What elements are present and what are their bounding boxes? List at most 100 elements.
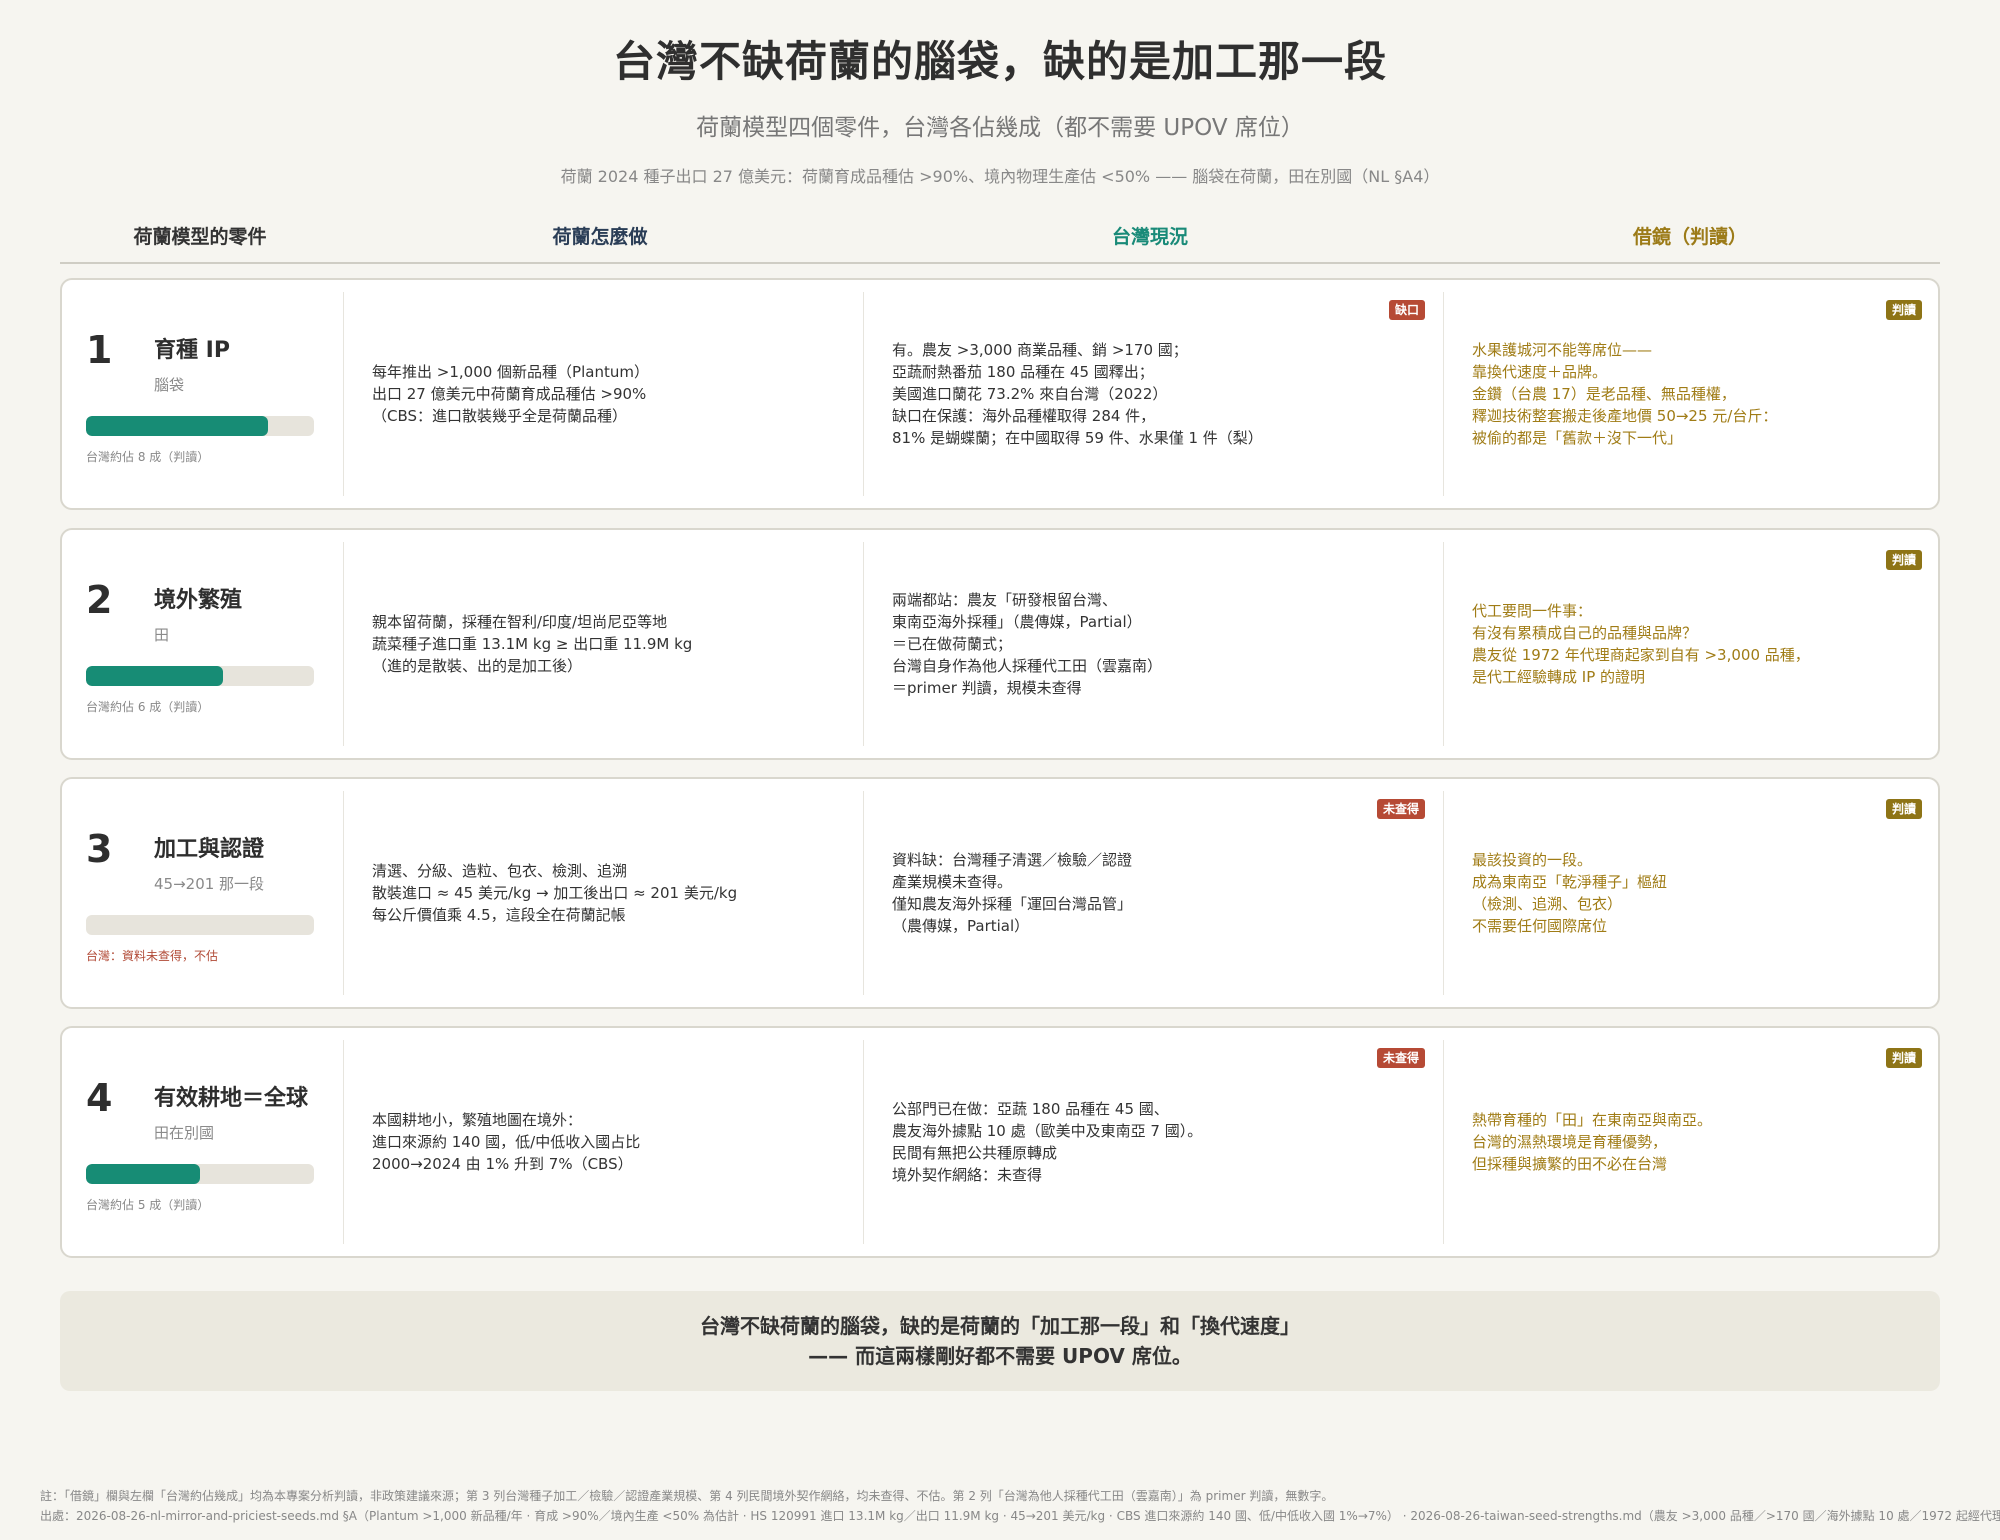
share-bar-fill — [86, 1164, 200, 1184]
share-note: 台灣約佔 8 成（判讀） — [86, 450, 210, 464]
row-number: 2 — [86, 578, 113, 622]
judgement-cell: 判讀 最該投資的一段。 成為東南亞「乾淨種子」樞紐 （檢測、追溯、包衣） 不需要任何國際… — [1444, 791, 1938, 995]
text-line: （檢測、追溯、包衣） — [1472, 895, 1623, 913]
text-line: 熱帶育種的「田」在東南亞與南亞。 — [1472, 1111, 1713, 1129]
taiwan-text: 資料缺：台灣種子清選／檢驗／認證 產業規模未查得。 僅知農友海外採種「運回台灣品管」… — [892, 791, 1427, 995]
text-line: （農傳媒，Partial） — [892, 917, 1030, 935]
footer-source: 出處：2026-08-26-nl-mirror-and-priciest-see… — [40, 1509, 2000, 1523]
text-line: 蔬菜種子進口重 13.1M kg ≥ 出口重 11.9M kg — [372, 635, 693, 653]
text-line: 農友海外據點 10 處（歐美中及東南亞 7 國）。 — [892, 1122, 1203, 1140]
share-bar — [86, 666, 314, 686]
text-line: 有。農友 >3,000 商業品種、銷 >170 國； — [892, 341, 1188, 359]
part-cell: 4 有效耕地＝全球田在別國台灣約佔 5 成（判讀） — [62, 1040, 344, 1244]
text-line: 被偷的都是「舊款＋沒下一代」 — [1472, 429, 1683, 447]
part-subtitle: 腦袋 — [154, 376, 185, 394]
text-line: 每年推出 >1,000 個新品種（Plantum） — [372, 363, 649, 381]
column-header-taiwan: 台灣現況 — [1111, 226, 1188, 248]
text-line: 親本留荷蘭，採種在智利/印度/坦尚尼亞等地 — [372, 613, 668, 631]
judgement-text: 最該投資的一段。 成為東南亞「乾淨種子」樞紐 （檢測、追溯、包衣） 不需要任何國際席位 — [1472, 791, 1922, 995]
text-line: 亞蔬耐熱番茄 180 品種在 45 國釋出； — [892, 363, 1154, 381]
part-cell: 2 境外繁殖田台灣約佔 6 成（判讀） — [62, 542, 344, 746]
share-bar-fill — [86, 416, 269, 436]
text-line: 代工要問一件事： — [1472, 602, 1593, 620]
page-title: 台灣不缺荷蘭的腦袋，缺的是加工那一段 — [612, 37, 1387, 86]
netherlands-cell: 每年推出 >1,000 個新品種（Plantum） 出口 27 億美元中荷蘭育成品… — [344, 292, 864, 496]
row-card: 3 加工與認證 45→201 那一段 台灣：資料未查得，不估 清選、分級、造粒、包衣、檢… — [60, 777, 1940, 1009]
part-name: 境外繁殖 — [154, 588, 243, 613]
part-subtitle: 田在別國 — [154, 1124, 215, 1142]
judgement-cell: 判讀 熱帶育種的「田」在東南亞與南亞。 台灣的濕熱環境是育種優勢， 但採種與擴繁的田不… — [1444, 1040, 1938, 1244]
judgement-cell: 判讀 水果護城河不能等席位—— 靠換代速度＋品牌。 金鑽（台農 17）是老品種、無品種… — [1444, 292, 1938, 496]
text-line: 釋迦技術整套搬走後產地價 50→25 元/台斤： — [1472, 407, 1778, 425]
share-bar — [86, 1164, 314, 1184]
share-bar — [86, 416, 314, 436]
taiwan-text: 公部門已在做：亞蔬 180 品種在 45 國、 農友海外據點 10 處（歐美中及東… — [892, 1040, 1427, 1244]
text-line: 靠換代速度＋品牌。 — [1472, 363, 1608, 381]
text-line: 有沒有累積成自己的品種與品牌？ — [1472, 624, 1698, 642]
text-line: 不需要任何國際席位 — [1472, 917, 1608, 935]
row-card: 1 育種 IP 腦袋台灣約佔 8 成（判讀） 每年推出 >1,000 個新品種（Pla… — [60, 278, 1940, 510]
netherlands-cell: 親本留荷蘭，採種在智利/印度/坦尚尼亞等地蔬菜種子進口重 13.1M kg ≥ … — [344, 542, 864, 746]
taiwan-cell: 缺口 有。農友 >3,000 商業品種、銷 >170 國； 亞蔬耐熱番茄 180 品… — [864, 292, 1444, 496]
text-line: 水果護城河不能等席位—— — [1472, 341, 1653, 359]
row-card: 2 境外繁殖田台灣約佔 6 成（判讀） 親本留荷蘭，採種在智利/印度/坦尚尼亞等地蔬… — [60, 528, 1940, 760]
text-line: 81% 是蝴蝶蘭；在中國取得 59 件、水果僅 1 件（梨） — [892, 429, 1263, 447]
text-line: 農友從 1972 年代理商起家到自有 >3,000 品種， — [1472, 646, 1810, 664]
taiwan-cell: 未查得 公部門已在做：亞蔬 180 品種在 45 國、 農友海外據點 10 處（歐美… — [864, 1040, 1444, 1244]
text-line: 東南亞海外採種」（農傳媒，Partial） — [892, 613, 1142, 631]
taiwan-cell: 未查得 資料缺：台灣種子清選／檢驗／認證 產業規模未查得。 僅知農友海外採種「運回台灣… — [864, 791, 1444, 995]
part-name: 有效耕地＝全球 — [154, 1086, 309, 1111]
text-line: 民間有無把公共種原轉成 — [892, 1144, 1058, 1162]
netherlands-cell: 本國耕地小，繁殖地圖在境外： 進口來源約 140 國，低/中低收入國占比 2000→… — [344, 1040, 864, 1244]
part-name: 育種 IP — [154, 338, 230, 363]
text-line: 出口 27 億美元中荷蘭育成品種估 >90% — [372, 385, 647, 403]
judgement-text: 熱帶育種的「田」在東南亞與南亞。 台灣的濕熱環境是育種優勢， 但採種與擴繁的田不必在… — [1472, 1040, 1922, 1244]
netherlands-text: 每年推出 >1,000 個新品種（Plantum） 出口 27 億美元中荷蘭育成品… — [372, 292, 847, 496]
netherlands-text: 親本留荷蘭，採種在智利/印度/坦尚尼亞等地蔬菜種子進口重 13.1M kg ≥ … — [372, 542, 847, 746]
row-number: 4 — [86, 1076, 113, 1120]
text-line: 台灣自身作為他人採種代工田（雲嘉南） — [892, 657, 1163, 675]
part-subtitle: 田 — [154, 626, 170, 644]
source-line: 荷蘭 2024 種子出口 27 億美元：荷蘭育成品種估 >90%、境內物理生產估… — [560, 167, 1440, 186]
taiwan-cell: 兩端都站：農友「研發根留台灣、 東南亞海外採種」（農傳媒，Partial） ＝已在做… — [864, 542, 1444, 746]
column-header-netherlands: 荷蘭怎麼做 — [552, 226, 648, 248]
part-subtitle: 45→201 那一段 — [154, 875, 265, 893]
page-subtitle: 荷蘭模型四個零件，台灣各佔幾成（都不需要 UPOV 席位） — [696, 115, 1304, 141]
netherlands-text: 本國耕地小，繁殖地圖在境外： 進口來源約 140 國，低/中低收入國占比 2000→… — [372, 1040, 847, 1244]
taiwan-text: 有。農友 >3,000 商業品種、銷 >170 國； 亞蔬耐熱番茄 180 品種在… — [892, 292, 1427, 496]
text-line: （進的是散裝、出的是加工後） — [372, 657, 583, 675]
column-headers: 荷蘭模型的零件 荷蘭怎麼做 台灣現況 借鏡（判讀） — [60, 222, 1940, 264]
text-line: 散裝進口 ≈ 45 美元/kg → 加工後出口 ≈ 201 美元/kg — [372, 884, 738, 902]
text-line: 2000→2024 由 1% 升到 7%（CBS） — [372, 1155, 633, 1173]
part-cell: 3 加工與認證 45→201 那一段 台灣：資料未查得，不估 — [62, 791, 344, 995]
footer-note: 註：「借鏡」欄與左欄「台灣約佔幾成」均為本專案分析判讀，非政策建議來源；第 3 … — [40, 1489, 1334, 1503]
netherlands-cell: 清選、分級、造粒、包衣、檢測、追溯散裝進口 ≈ 45 美元/kg → 加工後出口… — [344, 791, 864, 995]
part-cell: 1 育種 IP 腦袋台灣約佔 8 成（判讀） — [62, 292, 344, 496]
text-line: 本國耕地小，繁殖地圖在境外： — [372, 1111, 583, 1129]
conclusion-line: 台灣不缺荷蘭的腦袋，缺的是荷蘭的「加工那一段」和「換代速度」 — [700, 1314, 1300, 1338]
text-line: ＝primer 判讀，規模未查得 — [892, 679, 1082, 697]
share-note: 台灣：資料未查得，不估 — [86, 949, 219, 963]
text-line: 是代工經驗轉成 IP 的證明 — [1472, 668, 1646, 686]
footer-notes: 註：「借鏡」欄與左欄「台灣約佔幾成」均為本專案分析判讀，非政策建議來源；第 3 … — [40, 1486, 2000, 1526]
judgement-text: 代工要問一件事： 有沒有累積成自己的品種與品牌？ 農友從 1972 年代理商起家到自… — [1472, 542, 1922, 746]
taiwan-text: 兩端都站：農友「研發根留台灣、 東南亞海外採種」（農傳媒，Partial） ＝已在做… — [892, 542, 1427, 746]
row-number: 1 — [86, 328, 113, 372]
text-line: 進口來源約 140 國，低/中低收入國占比 — [372, 1133, 641, 1151]
text-line: 境外契作網絡：未查得 — [892, 1166, 1043, 1184]
share-bar-fill — [86, 666, 223, 686]
judgement-cell: 判讀 代工要問一件事： 有沒有累積成自己的品種與品牌？ 農友從 1972 年代理商起家… — [1444, 542, 1938, 746]
text-line: 美國進口蘭花 73.2% 來自台灣（2022） — [892, 385, 1168, 403]
text-line: 金鑽（台農 17）是老品種、無品種權， — [1472, 385, 1736, 403]
share-note: 台灣約佔 5 成（判讀） — [86, 1198, 210, 1212]
text-line: （CBS：進口散裝幾乎全是荷蘭品種） — [372, 407, 628, 425]
text-line: 缺口在保護：海外品種權取得 284 件， — [892, 407, 1156, 425]
judgement-text: 水果護城河不能等席位—— 靠換代速度＋品牌。金鑽（台農 17）是老品種、無品種權，… — [1472, 292, 1922, 496]
text-line: 兩端都站：農友「研發根留台灣、 — [892, 591, 1118, 609]
part-name: 加工與認證 — [154, 837, 265, 862]
text-line: 清選、分級、造粒、包衣、檢測、追溯 — [372, 862, 628, 880]
share-note: 台灣約佔 6 成（判讀） — [86, 700, 210, 714]
text-line: 台灣的濕熱環境是育種優勢， — [1472, 1133, 1668, 1151]
text-line: 但採種與擴繁的田不必在台灣 — [1472, 1155, 1668, 1173]
share-bar — [86, 915, 314, 935]
